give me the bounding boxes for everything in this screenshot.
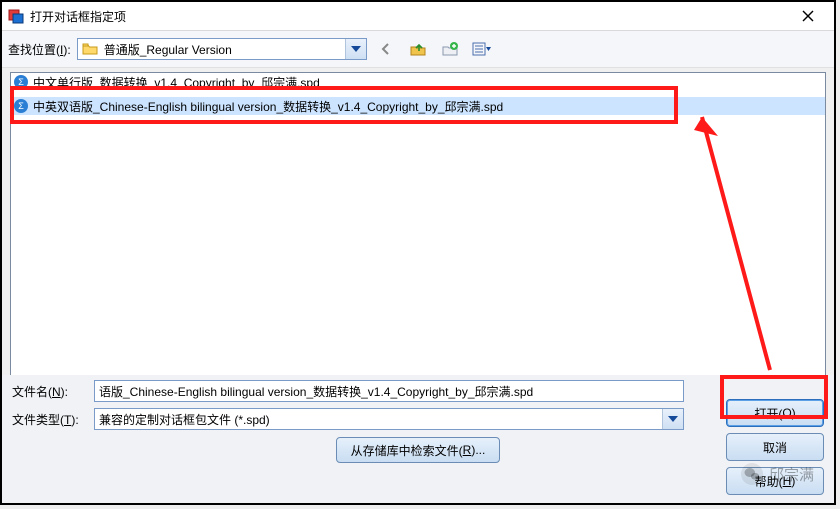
retrieve-from-repository-button[interactable]: 从存储库中检索文件(R)... [336,437,501,463]
view-menu-button[interactable] [469,37,495,61]
list-item[interactable]: Σ 中英双语版_Chinese-English bilingual versio… [11,97,825,115]
app-icon [8,8,24,24]
bottom-panel: 文件名(N): 语版_Chinese-English bilingual ver… [2,375,834,503]
filename-input[interactable]: 语版_Chinese-English bilingual version_数据转… [94,380,684,402]
dialog-window: 打开对话框指定项 查找位置(I): 普通版_Regular Version [0,0,836,505]
spd-file-icon: Σ [13,74,29,90]
lookin-value: 普通版_Regular Version [102,41,345,58]
filetype-value: 兼容的定制对话框包文件 (*.spd) [95,411,662,428]
close-button[interactable] [788,2,828,30]
filetype-dropdown-button[interactable] [662,409,683,429]
spd-file-icon: Σ [13,98,29,114]
filetype-dropdown[interactable]: 兼容的定制对话框包文件 (*.spd) [94,408,684,430]
wechat-icon [741,463,763,485]
file-name: 中文单行版_数据转换_v1.4_Copyright_by_邱宗满.spd [33,74,320,91]
new-folder-button[interactable] [437,37,463,61]
lookin-toolbar: 查找位置(I): 普通版_Regular Version [2,31,834,68]
file-list[interactable]: Σ 中文单行版_数据转换_v1.4_Copyright_by_邱宗满.spd Σ… [10,72,826,382]
list-item[interactable]: Σ 中文单行版_数据转换_v1.4_Copyright_by_邱宗满.spd [11,73,825,91]
cancel-button[interactable]: 取消 [726,433,824,461]
lookin-dropdown[interactable]: 普通版_Regular Version [77,38,367,60]
titlebar[interactable]: 打开对话框指定项 [2,2,834,31]
dialog-title: 打开对话框指定项 [30,8,788,25]
lookin-label: 查找位置(I): [8,41,71,58]
svg-text:Σ: Σ [18,101,24,111]
folder-icon [82,41,98,57]
file-name: 中英双语版_Chinese-English bilingual version_… [33,98,503,115]
filetype-label: 文件类型(T): [12,411,84,428]
up-one-level-button[interactable] [405,37,431,61]
back-button[interactable] [373,37,399,61]
lookin-dropdown-button[interactable] [345,39,366,59]
svg-text:Σ: Σ [18,77,24,87]
watermark-text: 邱宗满 [769,464,814,485]
filename-label: 文件名(N): [12,383,84,400]
open-button[interactable]: 打开(O) [726,399,824,427]
watermark: 邱宗满 [741,463,814,485]
